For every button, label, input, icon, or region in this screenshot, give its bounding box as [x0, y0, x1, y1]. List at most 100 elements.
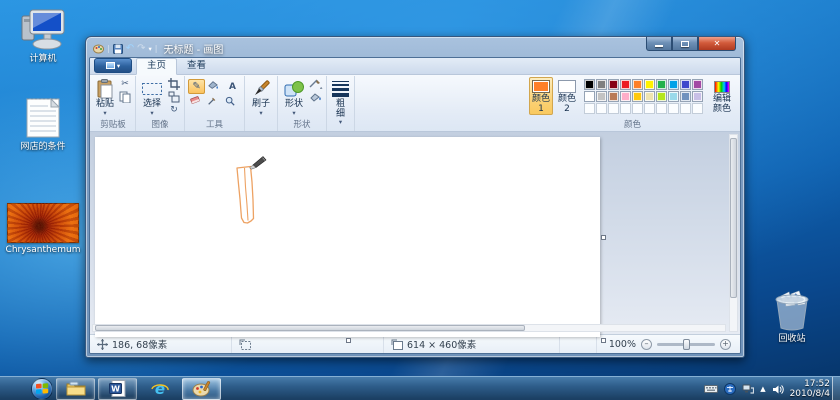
canvas-resize-handle-bottom[interactable] [346, 338, 351, 343]
desktop-icon-text-file[interactable]: 网店的条件 [6, 96, 80, 152]
palette-empty-slot[interactable] [668, 103, 679, 114]
copy-button[interactable] [118, 91, 132, 103]
shape-fill-button[interactable] [309, 91, 323, 103]
palette-color[interactable] [632, 91, 643, 102]
taskbar-paint-button[interactable] [182, 377, 221, 400]
taskbar: W e ▲ 17:52 2010/8/4 [0, 376, 840, 400]
color-picker-tool[interactable] [206, 95, 218, 107]
separator: | [154, 44, 158, 53]
size-button[interactable]: 粗细 ▾ [330, 77, 351, 126]
palette-color[interactable] [584, 91, 595, 102]
desktop-icon-computer[interactable]: 计算机 [6, 8, 80, 64]
tab-view[interactable]: 查看 [177, 59, 216, 74]
palette-color[interactable] [608, 91, 619, 102]
color1-button[interactable]: 颜色 1 [529, 77, 553, 115]
zoom-slider-thumb[interactable] [683, 338, 690, 350]
pencil-tool[interactable]: ✎ [188, 79, 206, 94]
palette-color[interactable] [692, 91, 703, 102]
palette-color[interactable] [680, 91, 691, 102]
color2-button[interactable]: 颜色 2 [555, 77, 579, 115]
keyboard-input-icon[interactable] [704, 384, 719, 394]
ribbon: 粘贴 ▾ ✂ 剪贴板 选择 ▾ ↻ 图像 ✎ A 工具 刷子 ▾ 形状 ▾ 形状… [90, 75, 740, 132]
desktop-icon-chrysanthemum[interactable]: Chrysanthemum [6, 203, 80, 255]
minimize-button[interactable] [646, 37, 672, 51]
horizontal-scrollbar[interactable] [92, 324, 726, 332]
zoom-out-button[interactable]: – [641, 338, 652, 350]
group-brushes: 刷子 ▾ [245, 76, 279, 131]
ime-language-icon[interactable] [724, 383, 737, 395]
start-button[interactable] [31, 378, 53, 400]
clock[interactable]: 17:52 2010/8/4 [790, 379, 830, 399]
volume-icon[interactable] [772, 384, 784, 395]
scrollbar-thumb[interactable] [95, 325, 525, 331]
svg-text:e: e [154, 380, 164, 398]
canvas-resize-handle-right[interactable] [601, 235, 606, 240]
title-bar[interactable]: | ↶ ↷ ▾ | 无标题 - 画图 [89, 40, 741, 57]
maximize-button[interactable] [672, 37, 698, 51]
desktop-icon-label: Chrysanthemum [5, 245, 81, 255]
pencil-cursor [249, 156, 267, 170]
palette-color[interactable] [584, 79, 595, 90]
palette-color[interactable] [632, 79, 643, 90]
palette-empty-slot[interactable] [656, 103, 667, 114]
vertical-scrollbar[interactable] [729, 134, 738, 332]
shape-outline-button[interactable] [309, 78, 323, 90]
taskbar-word-button[interactable]: W [98, 377, 137, 400]
cut-button[interactable]: ✂ [118, 78, 132, 90]
explorer-icon [66, 381, 85, 395]
palette-color[interactable] [668, 79, 679, 90]
network-icon[interactable] [742, 384, 755, 394]
palette-color[interactable] [656, 79, 667, 90]
drawing-canvas[interactable] [95, 137, 600, 337]
crop-button[interactable] [167, 78, 181, 90]
desktop-icon-label: 回收站 [778, 334, 806, 344]
edit-colors-button[interactable]: 编辑颜色 [708, 77, 736, 115]
palette-color[interactable] [620, 91, 631, 102]
palette-color[interactable] [644, 91, 655, 102]
palette-empty-slot[interactable] [620, 103, 631, 114]
select-button[interactable]: 选择 ▾ [139, 77, 165, 117]
palette-empty-slot[interactable] [680, 103, 691, 114]
rotate-button[interactable]: ↻ [167, 104, 181, 116]
paste-button[interactable]: 粘贴 ▾ [94, 77, 116, 117]
tab-home[interactable]: 主页 [136, 58, 178, 75]
text-tool[interactable]: A [224, 79, 241, 94]
file-menu-button[interactable]: ▾ [94, 58, 132, 73]
palette-empty-slot[interactable] [692, 103, 703, 114]
palette-empty-slot[interactable] [584, 103, 595, 114]
show-desktop-button[interactable] [832, 377, 840, 400]
desktop-icon-recycle-bin[interactable]: 回收站 [760, 288, 824, 344]
save-button[interactable] [112, 43, 123, 54]
eraser-tool[interactable] [188, 95, 202, 105]
magnifier-tool[interactable] [224, 95, 236, 107]
zoom-in-button[interactable]: + [720, 338, 731, 350]
palette-color[interactable] [656, 91, 667, 102]
shapes-button[interactable]: 形状 ▾ [281, 77, 307, 117]
palette-color[interactable] [596, 91, 607, 102]
palette-empty-slot[interactable] [596, 103, 607, 114]
palette-empty-slot[interactable] [632, 103, 643, 114]
palette-empty-slot[interactable] [608, 103, 619, 114]
brush-button[interactable]: 刷子 ▾ [248, 77, 274, 117]
close-icon: ✕ [713, 39, 721, 48]
scrollbar-thumb[interactable] [730, 138, 737, 298]
palette-color[interactable] [596, 79, 607, 90]
zoom-slider[interactable] [657, 338, 715, 350]
hidden-icons-arrow[interactable]: ▲ [760, 385, 765, 393]
taskbar-explorer-button[interactable] [56, 377, 95, 400]
palette-color[interactable] [692, 79, 703, 90]
resize-button[interactable] [167, 91, 181, 103]
taskbar-ie-button[interactable]: e [140, 378, 179, 400]
qat-dropdown-icon[interactable]: ▾ [148, 45, 151, 52]
close-button[interactable]: ✕ [698, 37, 736, 51]
canvas-resize-handle-corner[interactable] [601, 338, 606, 343]
fill-tool[interactable] [206, 79, 220, 91]
palette-color[interactable] [608, 79, 619, 90]
undo-button[interactable]: ↶ [126, 43, 134, 54]
palette-color[interactable] [620, 79, 631, 90]
palette-color[interactable] [644, 79, 655, 90]
palette-color[interactable] [680, 79, 691, 90]
palette-empty-slot[interactable] [644, 103, 655, 114]
palette-color[interactable] [668, 91, 679, 102]
redo-button[interactable]: ↷ [137, 43, 145, 54]
